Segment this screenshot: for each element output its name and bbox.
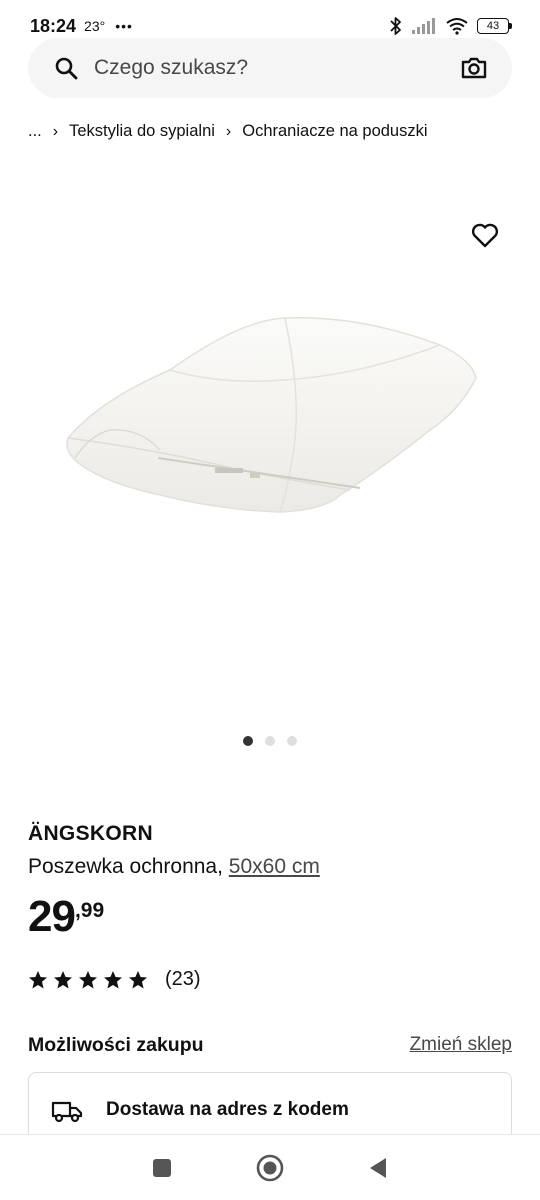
delivery-title: Dostawa na adres z kodem xyxy=(106,1099,349,1120)
chevron-right-icon: › xyxy=(225,122,232,140)
chevron-right-icon: › xyxy=(52,122,59,140)
home-icon[interactable] xyxy=(255,1153,285,1183)
wifi-icon xyxy=(445,17,469,35)
breadcrumb-item-pillow-protectors[interactable]: Ochraniacze na poduszki xyxy=(242,122,427,141)
battery-level: 43 xyxy=(477,18,509,34)
star-icon xyxy=(129,970,147,988)
status-more-icon: ••• xyxy=(115,18,133,34)
status-temperature: 23° xyxy=(84,18,106,34)
star-icon xyxy=(104,970,122,988)
bluetooth-icon xyxy=(389,16,403,36)
status-right: 43 xyxy=(389,16,512,36)
search-icon xyxy=(54,56,78,80)
system-navigation-bar xyxy=(0,1134,540,1200)
image-carousel-dots xyxy=(0,736,540,746)
search-bar[interactable]: Czego szukasz? xyxy=(28,38,512,98)
delivery-truck-icon xyxy=(51,1099,83,1123)
back-icon[interactable] xyxy=(367,1156,389,1180)
star-icon xyxy=(79,970,97,988)
breadcrumb-ellipsis[interactable]: ... xyxy=(28,122,42,141)
carousel-dot[interactable] xyxy=(287,736,297,746)
carousel-dot[interactable] xyxy=(243,736,253,746)
product-name: ÄNGSKORN xyxy=(28,822,153,845)
product-image[interactable] xyxy=(40,290,510,650)
favourite-heart-icon[interactable] xyxy=(470,220,500,250)
change-store-link[interactable]: Zmień sklep xyxy=(410,1034,512,1056)
carousel-dot[interactable] xyxy=(265,736,275,746)
signal-icon xyxy=(411,17,437,35)
battery-icon: 43 xyxy=(477,18,512,34)
product-description: Poszewka ochronna, 50x60 cm xyxy=(28,855,320,879)
status-left: 18:24 23° ••• xyxy=(30,16,133,37)
product-type: Poszewka ochronna, xyxy=(28,855,223,878)
star-icon xyxy=(54,970,72,988)
price-decimal: ,99 xyxy=(74,899,105,922)
camera-icon[interactable] xyxy=(460,56,488,80)
breadcrumb: ... › Tekstylia do sypialni › Ochraniacz… xyxy=(28,122,428,141)
product-price: 29 ,99 xyxy=(28,892,104,942)
price-integer: 29 xyxy=(28,892,76,941)
status-time: 18:24 xyxy=(30,15,77,36)
product-rating[interactable]: (23) xyxy=(28,968,201,991)
product-size-link[interactable]: 50x60 cm xyxy=(229,855,320,878)
star-icon xyxy=(29,970,47,988)
search-input[interactable]: Czego szukasz? xyxy=(94,56,460,80)
purchase-options-title: Możliwości zakupu xyxy=(28,1034,204,1056)
recent-apps-icon[interactable] xyxy=(151,1157,173,1179)
rating-count: (23) xyxy=(165,968,201,990)
breadcrumb-item-bedroom-textiles[interactable]: Tekstylia do sypialni xyxy=(69,122,215,141)
battery-tip xyxy=(509,23,512,29)
